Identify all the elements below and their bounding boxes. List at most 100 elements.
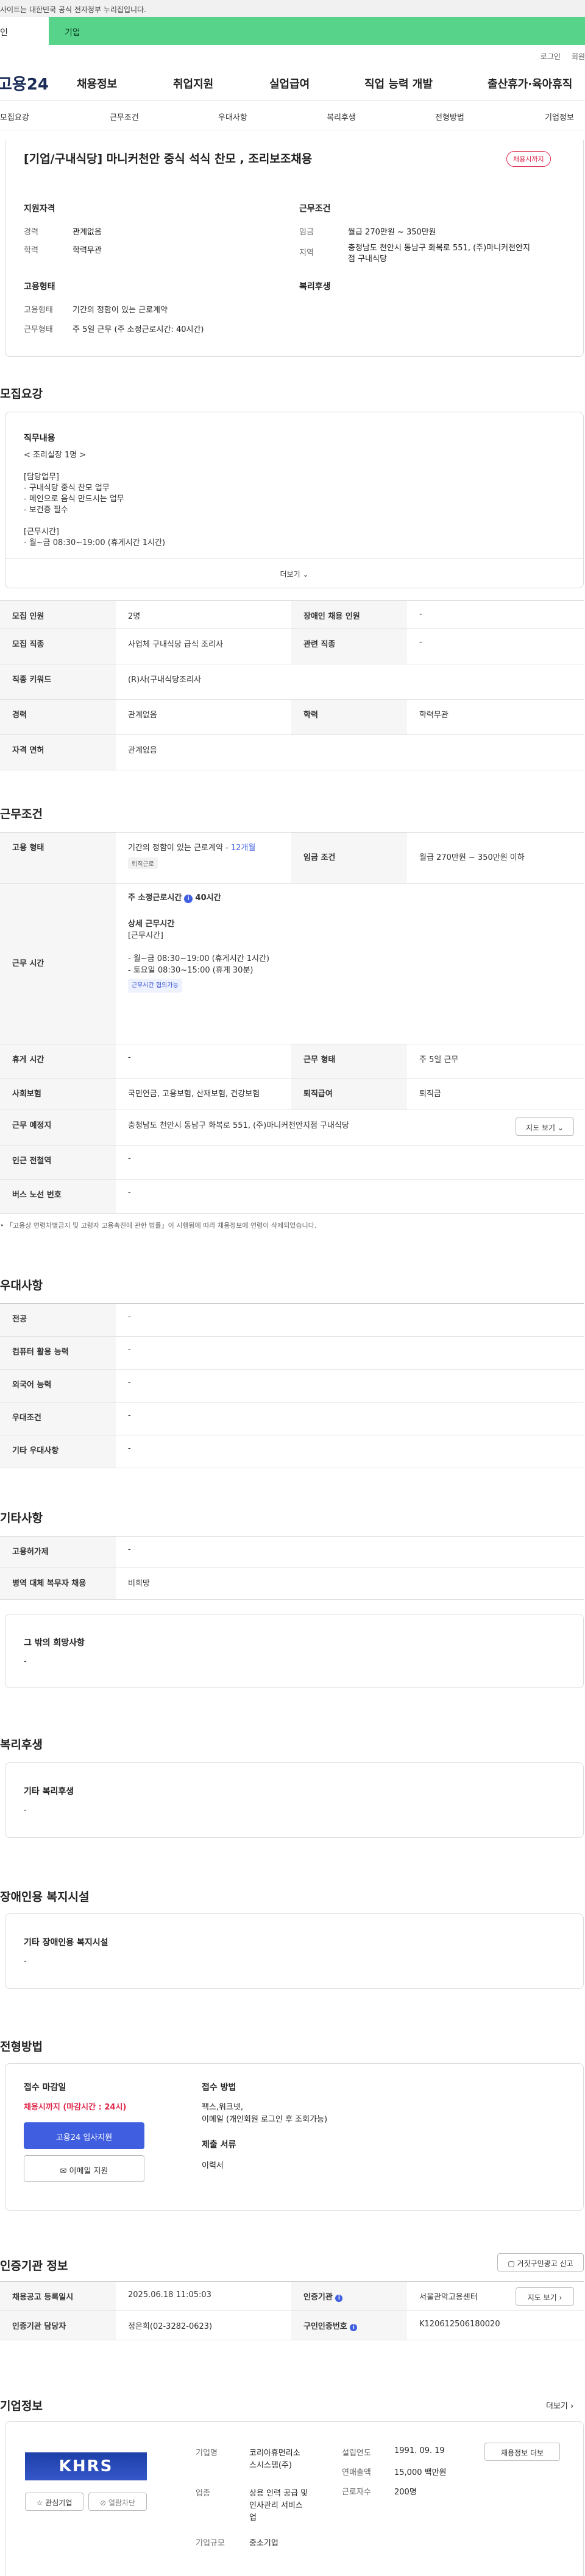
company-name-line: 스시스템(주) xyxy=(249,2461,292,2470)
edu-label: 학력 xyxy=(24,246,38,255)
info-icon[interactable]: i xyxy=(184,895,193,903)
site-logo[interactable]: 고용24 xyxy=(0,72,49,94)
sales-value: 15,000 백만원 xyxy=(394,2468,447,2477)
false-ad-report-button[interactable]: ▢ 거짓구인광고 신고 xyxy=(497,2253,584,2272)
keyword-value: (R)사(구내식당조리사 xyxy=(128,675,201,684)
table-row: 고용허가제 - xyxy=(0,1536,584,1568)
apply-button[interactable]: 고용24 입사지원 xyxy=(24,2122,144,2149)
cell-value: 비희망 xyxy=(128,1579,150,1588)
tab-individual[interactable]: 인 xyxy=(0,17,49,45)
emp-heading: 고용형태 xyxy=(24,282,55,292)
welfare-sub: 기타 복리후생 xyxy=(24,1787,74,1797)
size-value: 중소기업 xyxy=(249,2539,278,2548)
tab-company[interactable]: 기업 xyxy=(49,17,585,45)
map-view-button[interactable]: 지도 보기 ⌄ xyxy=(516,1117,574,1136)
cell-value: - xyxy=(128,1053,131,1062)
cell-value: K120612506180020 xyxy=(419,2320,500,2329)
table-row: 기타 우대사항 - xyxy=(0,1435,584,1468)
login-link[interactable]: 로그인 xyxy=(541,52,561,61)
tab-individual-label: 인 xyxy=(0,28,8,38)
gnb-menu-leave[interactable]: 출산휴가·육아휴직 xyxy=(488,76,572,91)
cell-value: - xyxy=(128,1378,131,1387)
table-row: 컴퓨터 활용 능력 - xyxy=(0,1337,584,1370)
cell-value: 퇴직금 xyxy=(419,1089,441,1099)
snb-company[interactable]: 기업정보 xyxy=(545,111,574,122)
favorite-company-button[interactable]: ☆ 관심기업 xyxy=(25,2493,83,2511)
snb-recruit[interactable]: 모집요강 xyxy=(0,111,29,122)
summary-card: [기업/구내식당] 마니커천안 중식 석식 찬모 , 조리보조채용 채용시까지 … xyxy=(5,140,584,357)
deadline-value: 채용시까지 (마감시간 : 24시) xyxy=(24,2103,127,2112)
pref-heading: 우대사항 xyxy=(0,1279,43,1292)
info-icon[interactable]: i xyxy=(335,2295,343,2302)
time-line xyxy=(128,941,584,953)
table-row: 휴게 시간 - 근무 형태 주 5일 근무 xyxy=(0,1044,584,1079)
duty-lines: < 조리실장 1명 > [담당업무] - 구내식당 중식 찬모 업무 - 메인으… xyxy=(24,450,165,549)
company-logo: KHRS xyxy=(25,2452,147,2480)
table-row: 채용공고 등록일시 2025.06.18 11:05:03 인증기관 i 서울관악고용… xyxy=(0,2282,584,2311)
cell-value: - xyxy=(128,1312,131,1321)
disabled-sub: 기타 장애인용 복지시설 xyxy=(24,1938,108,1948)
gnb-menu-unemployment[interactable]: 실업급여 xyxy=(269,76,310,91)
career-value: 관계없음 xyxy=(73,228,102,237)
table-row: 우대조건 - xyxy=(0,1402,584,1435)
info-icon[interactable]: i xyxy=(350,2324,358,2331)
company-jobs-button[interactable]: 채용정보 더보 xyxy=(484,2443,560,2461)
cell-value: 관계없음 xyxy=(128,746,157,755)
snb-work[interactable]: 근무조건 xyxy=(110,111,139,122)
area-value-1: 충청남도 천안시 동남구 화복로 551, (주)마니커천안지 xyxy=(348,244,530,253)
age-notice: • 「고용상 연령차별금지 및 고령자 고용촉진에 관한 법률」이 시행됨에 따… xyxy=(0,1222,317,1230)
etc-heading: 기타사항 xyxy=(0,1511,43,1525)
cell-label: 외국어 능력 xyxy=(0,1370,116,1402)
method-heading: 접수 방법 xyxy=(202,2083,236,2092)
cell-label: 버스 노선 번호 xyxy=(0,1180,116,1213)
agency-table: 채용공고 등록일시 2025.06.18 11:05:03 인증기관 i 서울관악고용… xyxy=(0,2281,584,2340)
cell-value: 국민연금, 고용보험, 산재보험, 건강보험 xyxy=(128,1089,260,1099)
time-line: - 토요일 08:30~15:00 (휴게 30분) xyxy=(128,966,254,975)
cell-label: 장애인 채용 인원 xyxy=(291,601,407,628)
email-apply-button[interactable]: ✉ 이메일 지원 xyxy=(24,2155,144,2182)
top-notice-bar: 사이트는 대한민국 공식 전자정부 누리집입니다. xyxy=(0,0,585,17)
contract-period-link[interactable]: 12개월 xyxy=(231,843,255,853)
gnb-menu-jobs[interactable]: 채용정보 xyxy=(77,76,117,91)
company-logo-text: KHRS xyxy=(58,2457,113,2476)
industry-label: 업종 xyxy=(196,2489,210,2498)
sales-label: 연매출액 xyxy=(342,2468,371,2477)
cell-label: 모집 인원 xyxy=(0,601,116,628)
fav-label: 관심기업 xyxy=(45,2499,73,2507)
report-icon: ▢ xyxy=(508,2259,515,2268)
gnb-menu-training[interactable]: 직업 능력 개발 xyxy=(364,76,433,91)
cell-label: 구인인증번호 i xyxy=(291,2311,407,2340)
process-card: 접수 마감일 채용시까지 (마감시간 : 24시) 고용24 입사지원 ✉ 이메… xyxy=(5,2063,584,2211)
snb-welfare[interactable]: 복리후생 xyxy=(327,111,356,122)
time-line: [근무시간] xyxy=(128,931,163,940)
docs-value: 이력서 xyxy=(202,2161,224,2170)
duty-heading: 직무내용 xyxy=(24,434,55,443)
cell-label: 자격 면허 xyxy=(0,735,116,770)
cell-label: 사회보험 xyxy=(0,1079,116,1110)
company-heading: 기업정보 xyxy=(0,2399,43,2413)
gnb-menu-employment[interactable]: 취업지원 xyxy=(173,76,213,91)
cell-value: - xyxy=(128,1545,131,1554)
join-link[interactable]: 회원 xyxy=(572,52,585,61)
docs-heading: 제출 서류 xyxy=(202,2140,236,2150)
agency-map-button[interactable]: 지도 보기 › xyxy=(516,2287,574,2306)
duty-line: - 월~금 08:30~19:00 (휴게시간 1시간) xyxy=(24,538,166,547)
cell-label: 인증기관 담당자 xyxy=(0,2311,116,2340)
block-view-button[interactable]: ⊘ 열람차단 xyxy=(88,2493,147,2511)
snb-process[interactable]: 전형방법 xyxy=(435,111,464,122)
cell-label: 관련 직종 xyxy=(291,629,407,664)
cond-heading: 근무조건 xyxy=(299,204,331,214)
cell-label: 채용공고 등록일시 xyxy=(0,2282,116,2310)
report-label: 거짓구인광고 신고 xyxy=(517,2259,573,2268)
chevron-right-icon: › xyxy=(570,2402,574,2411)
cell-value: 사업체 구내식당 급식 조리사 xyxy=(128,640,223,649)
duty-line: - 구내식당 중식 찬모 업무 xyxy=(24,484,110,493)
process-heading: 전형방법 xyxy=(0,2040,43,2053)
duty-line: < 조리실장 1명 > xyxy=(24,451,87,460)
area-label: 지역 xyxy=(299,248,314,258)
cell-value: 학력무관 xyxy=(419,711,448,720)
snb-pref[interactable]: 우대사항 xyxy=(218,111,247,122)
industry-line: 업 xyxy=(249,2513,257,2522)
more-toggle[interactable]: 더보기 ⌄ xyxy=(5,558,583,588)
company-more-link[interactable]: 더보기 › xyxy=(546,2399,573,2411)
